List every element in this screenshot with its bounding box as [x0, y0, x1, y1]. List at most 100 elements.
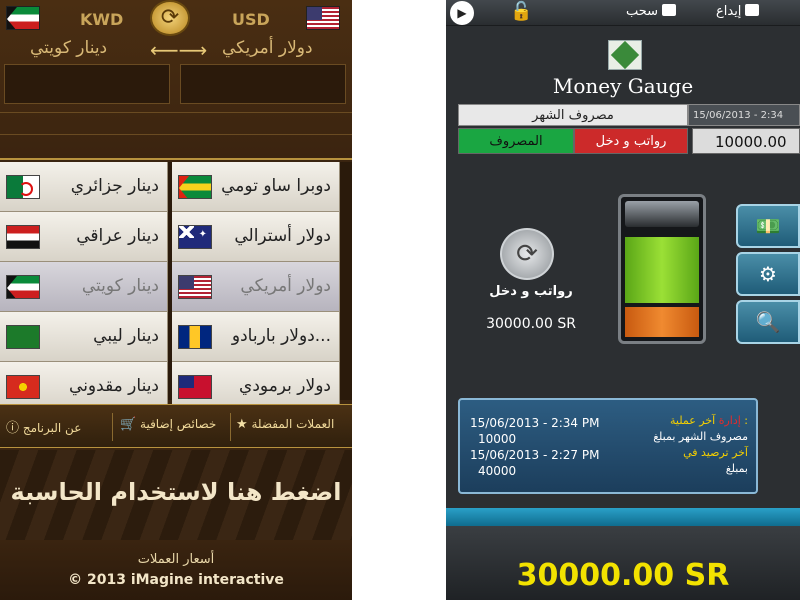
last-op-value: إدارة	[718, 414, 741, 427]
history-date-1: 15/06/2013 - 2:34 PM	[470, 416, 600, 430]
converter-tab-bar: ⓘ عن البرنامج 🛒 خصائص إضافية ★ العملات ا…	[0, 404, 352, 448]
list-item[interactable]: دينار جزائري	[0, 162, 168, 212]
divider	[230, 413, 231, 441]
screenshot-stage: KWD ⟳ USD دينار كويتي ⟵⟶ دولار أمريكي دي…	[0, 0, 800, 600]
tab-withdraw-label: سحب	[626, 4, 659, 19]
header-date: 15/06/2013 - 2:34 PM	[688, 104, 800, 143]
money-gauge-app: ▶ 🔓 سحب إيداع Money Gauge مصروف الشهر 15…	[446, 0, 800, 600]
history-amount-1: 10000	[478, 432, 517, 446]
macedonia-flag-icon	[6, 375, 40, 399]
list-item-selected[interactable]: دولار أمريكي	[172, 262, 340, 312]
gauge-top-bar: ▶ 🔓 سحب إيداع	[446, 0, 800, 26]
refresh-button[interactable]: ⟳	[500, 228, 554, 280]
currency-name: دينار مقدوني	[69, 376, 159, 396]
from-currency-code: KWD	[80, 10, 124, 29]
barbados-flag-icon	[178, 325, 212, 349]
divider	[0, 134, 352, 135]
currency-name: دينار عراقي	[76, 226, 159, 246]
expense-tab[interactable]: المصروف	[458, 128, 574, 154]
currency-converter-app: KWD ⟳ USD دينار كويتي ⟵⟶ دولار أمريكي دي…	[0, 0, 352, 600]
divider	[0, 112, 352, 113]
tab-favorites[interactable]: ★ العملات المفضلة	[236, 417, 334, 432]
calculator-button[interactable]: اضغط هنا لاستخدام الحاسبة	[0, 450, 352, 540]
to-currency-code: USD	[232, 10, 270, 29]
app-logo	[608, 40, 642, 70]
divider-strip	[446, 508, 800, 526]
currency-name: دينار ليبي	[93, 326, 159, 346]
balance-gauge	[618, 194, 706, 344]
calculator-label: اضغط هنا لاستخدام الحاسبة	[10, 478, 342, 506]
info-icon: ⓘ	[6, 421, 20, 436]
to-amount-field[interactable]	[180, 64, 346, 104]
currency-name: دولار أسترالي	[234, 226, 331, 246]
to-currency-name[interactable]: دولار أمريكي	[222, 38, 313, 58]
converter-footer: أسعار العملات © 2013 iMagine interactive	[0, 540, 352, 600]
tab-about[interactable]: ⓘ عن البرنامج	[6, 417, 81, 436]
currency-name: دولار باربادو...	[231, 326, 331, 346]
swap-arrows-icon: ⟵⟶	[150, 38, 208, 62]
usa-flag-icon	[178, 275, 212, 299]
currency-name: دينار جزائري	[70, 176, 159, 196]
cart-icon: 🛒	[120, 417, 137, 432]
sao-tome-flag-icon	[178, 175, 212, 199]
month-spending-label: مصروف الشهر	[458, 104, 688, 126]
month-value: 10000.00	[692, 128, 800, 154]
bermuda-flag-icon	[178, 375, 212, 399]
amount-label: بمبلغ	[725, 462, 748, 475]
list-item-selected[interactable]: دينار كويتي	[0, 262, 168, 312]
edit-icon	[745, 4, 760, 16]
last-balance-label: آخر ترصيد في	[683, 446, 748, 459]
history-panel: 15/06/2013 - 2:34 PM 10000 15/06/2013 - …	[458, 398, 758, 494]
list-item[interactable]: دولار باربادو...	[172, 312, 340, 362]
history-amount-2: 40000	[478, 464, 517, 478]
currency-name: دوبرا ساو تومي	[221, 176, 331, 196]
gauge-fill-green	[625, 237, 699, 303]
list-item[interactable]: دينار ليبي	[0, 312, 168, 362]
play-icon[interactable]: ▶	[450, 1, 474, 25]
copyright: © 2013 iMagine interactive	[68, 572, 284, 588]
currency-name: دولار برمودي	[239, 376, 331, 396]
tab-deposit[interactable]: إيداع	[716, 4, 760, 19]
list-item[interactable]: دوبرا ساو تومي	[172, 162, 340, 212]
last-operation: إدارة آخر عملية :	[670, 414, 748, 427]
gauge-fill-orange	[625, 307, 699, 337]
month-summary: مصروف الشهر 15/06/2013 - 2:34 PM المصروف…	[458, 104, 800, 154]
algeria-flag-icon	[6, 175, 40, 199]
tab-extras-label: خصائص إضافية	[140, 417, 217, 431]
currency-list[interactable]: دينار جزائري دينار عراقي دينار كويتي دين…	[0, 162, 352, 412]
app-name: أسعار العملات	[137, 552, 215, 567]
settings-button[interactable]: ⚙	[736, 252, 800, 296]
kuwait-flag-icon	[6, 6, 40, 30]
search-button[interactable]: 🔍	[736, 300, 800, 344]
total-balance: 30000.00 SR	[516, 558, 730, 593]
usa-flag-icon	[306, 6, 340, 30]
income-tab[interactable]: رواتب و دخل	[574, 128, 688, 154]
income-title: رواتب و دخل	[489, 284, 573, 299]
swap-currencies-button[interactable]: ⟳	[150, 0, 190, 36]
currency-name: دينار كويتي	[81, 276, 159, 296]
kuwait-flag-icon	[6, 275, 40, 299]
tab-extras[interactable]: 🛒 خصائص إضافية	[120, 417, 216, 432]
australia-flag-icon	[178, 225, 212, 249]
lock-icon[interactable]: 🔓	[510, 1, 532, 22]
history-date-2: 15/06/2013 - 2:27 PM	[470, 448, 600, 462]
tab-favorites-label: العملات المفضلة	[251, 417, 335, 431]
month-spending-amount: مصروف الشهر بمبلغ	[653, 430, 748, 443]
income-amount: 30000.00 SR	[486, 316, 576, 332]
list-item[interactable]: دينار عراقي	[0, 212, 168, 262]
from-amount-field[interactable]	[4, 64, 170, 104]
page-title: Money Gauge	[552, 74, 694, 98]
from-currency-name[interactable]: دينار كويتي	[30, 38, 107, 58]
converter-header: KWD ⟳ USD دينار كويتي ⟵⟶ دولار أمريكي	[0, 0, 352, 160]
tab-withdraw[interactable]: سحب	[626, 4, 677, 19]
edit-icon	[662, 4, 677, 16]
gauge-empty-area	[625, 201, 699, 227]
list-item[interactable]: دولار أسترالي	[172, 212, 340, 262]
currency-name: دولار أمريكي	[240, 276, 331, 296]
money-button[interactable]: 💵	[736, 204, 800, 248]
tab-about-label: عن البرنامج	[22, 421, 82, 435]
iraq-flag-icon	[6, 225, 40, 249]
star-icon: ★	[236, 417, 248, 432]
divider	[112, 413, 113, 441]
tab-deposit-label: إيداع	[716, 4, 742, 19]
